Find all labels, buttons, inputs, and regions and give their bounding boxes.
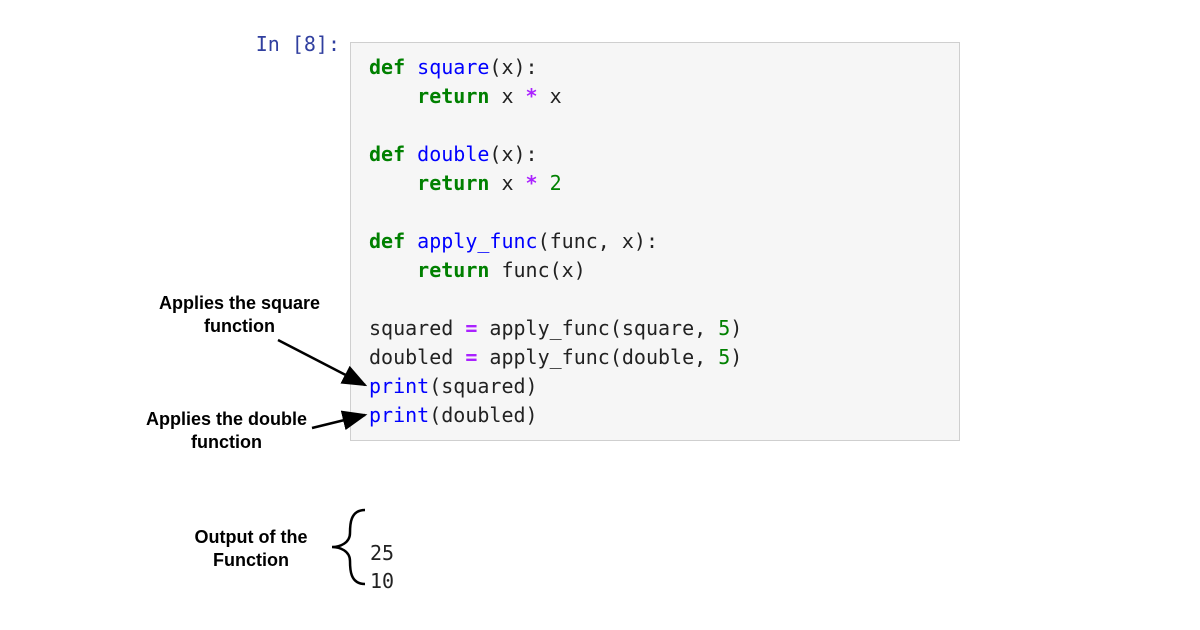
annotation-applies-square: Applies the square function [152, 292, 327, 337]
code-cell: def square(x): return x * x def double(x… [350, 42, 960, 441]
output-block: 25 10 [370, 539, 394, 595]
curly-brace-icon [332, 510, 365, 584]
cell-prompt: In [8]: [220, 32, 340, 56]
annotation-output: Output of the Function [176, 526, 326, 571]
annotation-applies-double: Applies the double function [139, 408, 314, 453]
